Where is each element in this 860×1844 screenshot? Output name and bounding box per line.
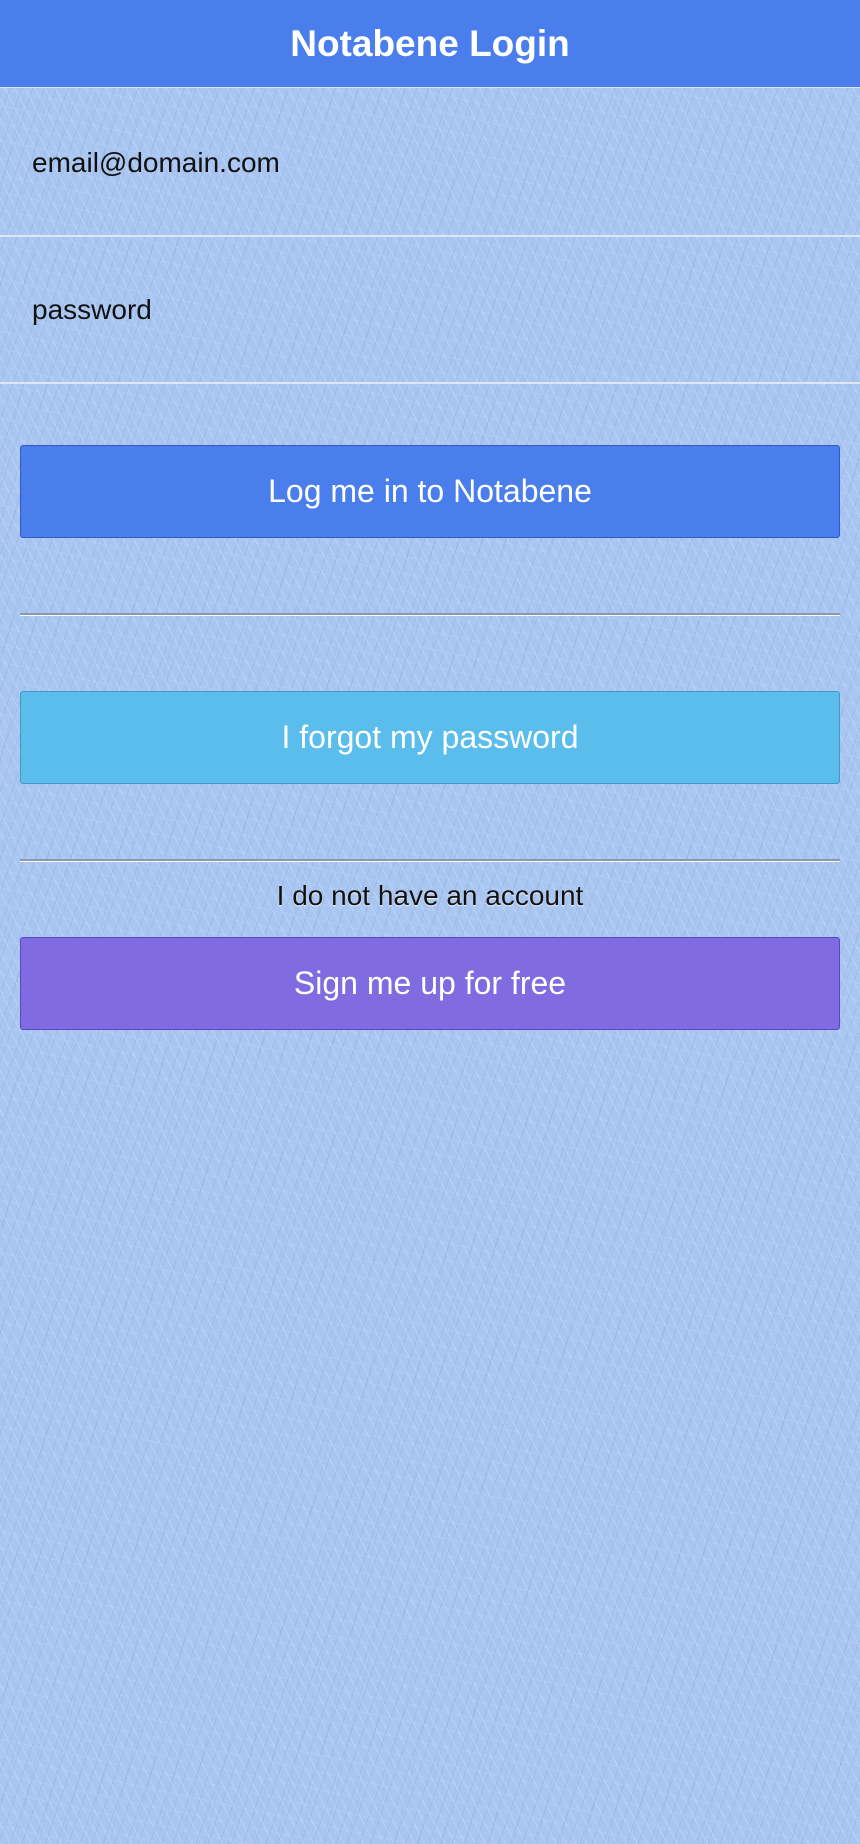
email-field-row <box>0 90 860 237</box>
app-header: Notabene Login <box>0 0 860 88</box>
password-field[interactable] <box>32 293 832 326</box>
forgot-password-button[interactable]: I forgot my password <box>20 691 840 784</box>
forgot-password-button-label: I forgot my password <box>281 719 579 755</box>
signup-button-label: Sign me up for free <box>293 965 567 1001</box>
email-field[interactable] <box>32 146 832 179</box>
login-button[interactable]: Log me in to Notabene <box>20 445 840 538</box>
page-title: Notabene Login <box>290 22 570 64</box>
login-button-label: Log me in to Notabene <box>268 473 592 509</box>
signup-button[interactable]: Sign me up for free <box>20 937 840 1030</box>
password-field-row <box>0 237 860 384</box>
divider <box>20 613 840 616</box>
divider <box>20 859 840 862</box>
no-account-label: I do not have an account <box>276 880 584 911</box>
